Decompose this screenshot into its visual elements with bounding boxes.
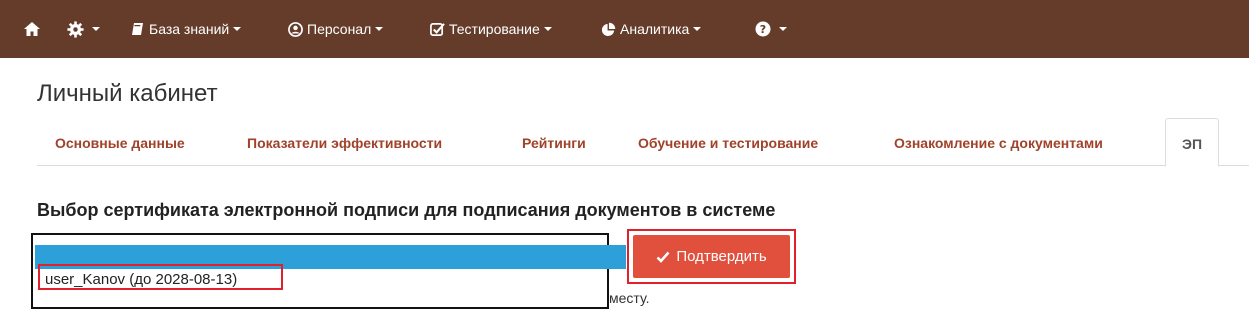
nav-testing[interactable]: Тестирование	[430, 0, 552, 58]
book-icon	[131, 22, 145, 36]
confirm-button[interactable]: Подтвердить	[633, 235, 790, 278]
chevron-down-icon	[543, 27, 552, 31]
tab-main-data[interactable]: Основные данные	[55, 118, 185, 166]
profile-tabs: Основные данные Показатели эффективности…	[37, 118, 1249, 167]
nav-help[interactable]: ?	[755, 0, 787, 58]
nav-analytics[interactable]: Аналитика	[601, 0, 702, 58]
check-icon	[656, 251, 670, 263]
gear-icon	[67, 20, 84, 38]
nav-personnel[interactable]: Персонал	[288, 0, 384, 58]
chevron-down-icon	[92, 27, 100, 31]
chevron-down-icon	[375, 27, 384, 31]
chevron-down-icon	[693, 27, 702, 31]
chevron-down-icon	[233, 27, 242, 31]
nav-label: База знаний	[149, 21, 230, 37]
top-navbar: База знаний Персонал Тестирование Аналит…	[0, 0, 1249, 58]
tab-performance[interactable]: Показатели эффективности	[247, 118, 442, 166]
nav-knowledge-base[interactable]: База знаний	[131, 0, 242, 58]
user-circle-icon	[288, 21, 303, 37]
nav-home[interactable]	[23, 0, 45, 58]
option-highlight-frame	[38, 264, 283, 290]
tab-ratings[interactable]: Рейтинги	[522, 118, 586, 166]
tab-training[interactable]: Обучение и тестирование	[638, 118, 818, 166]
tab-documents[interactable]: Ознакомление с документами	[894, 118, 1103, 166]
question-icon: ?	[755, 21, 771, 37]
checkbox-icon	[430, 22, 445, 37]
page-title: Личный кабинет	[37, 80, 218, 107]
section-heading: Выбор сертификата электронной подписи дл…	[37, 200, 776, 220]
nav-settings[interactable]	[67, 0, 100, 58]
tab-ep[interactable]: ЭП	[1165, 118, 1219, 167]
nav-label: Персонал	[307, 21, 372, 37]
chevron-down-icon	[779, 27, 787, 31]
hint-text: месту.	[609, 290, 650, 306]
nav-label: Аналитика	[620, 21, 690, 37]
confirm-button-label: Подтвердить	[676, 248, 767, 265]
nav-label: Тестирование	[449, 21, 540, 37]
home-icon	[23, 21, 41, 37]
svg-text:?: ?	[760, 23, 766, 36]
pie-chart-icon	[601, 22, 616, 37]
